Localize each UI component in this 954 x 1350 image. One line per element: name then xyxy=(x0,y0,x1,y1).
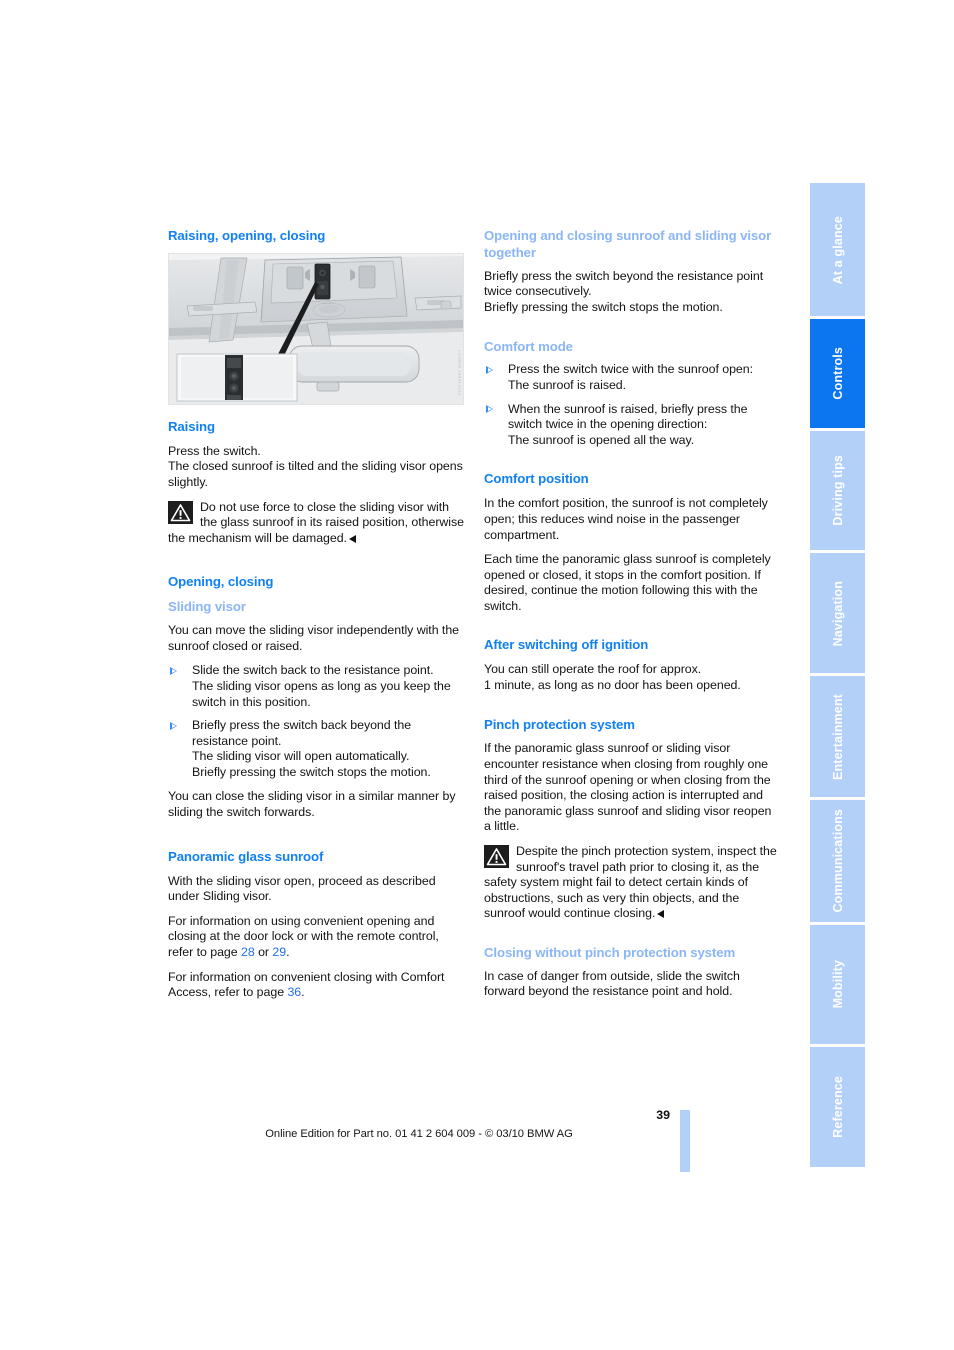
step-text: When the sunroof is raised, briefly pres… xyxy=(508,401,748,447)
page-reference-29[interactable]: 29 xyxy=(272,945,286,959)
triangle-bullet-icon xyxy=(170,666,177,676)
subheading-sliding-visor: Sliding visor xyxy=(168,599,246,615)
tab-label: Navigation xyxy=(831,580,846,646)
page-title: Raising, opening, closing xyxy=(168,228,326,243)
panoramic-para-2: For information on using convenient open… xyxy=(168,914,464,961)
warning-note-raising: Do not use force to close the sliding vi… xyxy=(168,500,464,547)
tab-entertainment[interactable]: Entertainment xyxy=(810,673,865,798)
step-text: Press the switch twice with the sunroof … xyxy=(508,362,753,393)
tab-label: Entertainment xyxy=(831,693,846,780)
footer-accent-bar xyxy=(680,1110,690,1172)
tab-reference[interactable]: Reference xyxy=(810,1044,865,1167)
footer-edition-text: Online Edition for Part no. 01 41 2 604 … xyxy=(265,1128,573,1140)
panoramic-para-3-text: For information on convenient closing wi… xyxy=(168,969,445,1000)
heading-after-switching-off-ignition: After switching off ignition xyxy=(484,637,649,653)
pinch-protection-para-1: If the panoramic glass sunroof or slidin… xyxy=(484,741,772,834)
sunroof-switch-illustration xyxy=(169,253,463,404)
triangle-bullet-icon xyxy=(486,405,493,414)
comfort-mode-steps: Press the switch twice with the sunroof … xyxy=(484,362,780,448)
tab-label: Reference xyxy=(831,1076,846,1139)
heading-opening-closing: Opening, closing xyxy=(168,574,274,590)
tab-label: At a glance xyxy=(831,215,846,284)
panoramic-para-2-text: For information on using convenient open… xyxy=(168,913,439,959)
tab-label: Communications xyxy=(831,809,846,913)
page-number: 39 xyxy=(656,1108,670,1122)
step-text: Briefly press the switch back beyond the… xyxy=(192,718,431,779)
manual-page: At a glance Controls Driving tips Naviga… xyxy=(0,0,954,1350)
panoramic-para-1: With the sliding visor open, proceed as … xyxy=(168,873,436,904)
comfort-position-para-1: In the comfort position, the sunroof is … xyxy=(484,496,768,542)
right-column: Opening and closing sunroof and sliding … xyxy=(484,228,780,1009)
together-line-2: Briefly pressing the switch stops the mo… xyxy=(484,299,723,314)
sliding-visor-steps: Slide the switch back to the resistance … xyxy=(168,663,464,780)
warning-note-pinch-protection: Despite the pinch protection system, ins… xyxy=(484,844,780,922)
panoramic-para-2-mid: or xyxy=(254,944,273,959)
warning-triangle-icon xyxy=(168,500,193,524)
heading-pinch-protection-system: Pinch protection system xyxy=(484,716,635,732)
note-end-marker xyxy=(348,534,356,543)
tab-controls[interactable]: Controls xyxy=(810,316,865,428)
heading-comfort-position: Comfort position xyxy=(484,471,589,487)
after-ignition-line-2: 1 minute, as long as no door has been op… xyxy=(484,677,741,692)
heading-raising: Raising xyxy=(168,418,215,434)
raising-line-2: The closed sunroof is tilted and the sli… xyxy=(168,459,463,489)
warning-text: Despite the pinch protection system, ins… xyxy=(484,844,777,921)
list-item: When the sunroof is raised, briefly pres… xyxy=(484,402,780,449)
tab-driving-tips[interactable]: Driving tips xyxy=(810,427,865,551)
heading-panoramic-glass-sunroof: Panoramic glass sunroof xyxy=(168,848,324,864)
tab-label: Mobility xyxy=(831,960,846,1009)
warning-text: Do not use force to close the sliding vi… xyxy=(168,499,464,545)
tab-label: Controls xyxy=(831,347,846,400)
section-tab-rail: At a glance Controls Driving tips Naviga… xyxy=(810,183,865,1167)
list-item: Slide the switch back to the resistance … xyxy=(168,663,464,710)
after-ignition-line-1: You can still operate the roof for appro… xyxy=(484,662,702,677)
tab-navigation[interactable]: Navigation xyxy=(810,550,865,674)
page-reference-36[interactable]: 36 xyxy=(287,985,301,999)
list-item: Briefly press the switch back beyond the… xyxy=(168,718,464,780)
triangle-bullet-icon xyxy=(486,365,493,375)
tab-label: Driving tips xyxy=(831,455,846,526)
subheading-comfort-mode: Comfort mode xyxy=(484,338,573,354)
figure-overhead-console: LOWER 190914191 xyxy=(168,252,464,405)
note-end-marker xyxy=(657,910,665,919)
left-column: Raising, opening, closing LOWER 19091419… xyxy=(168,228,464,1010)
list-item: Press the switch twice with the sunroof … xyxy=(484,362,780,393)
panoramic-para-3-end: . xyxy=(301,985,305,1000)
tab-mobility[interactable]: Mobility xyxy=(810,921,865,1045)
panoramic-para-2-end: . xyxy=(286,944,290,959)
subheading-open-close-together: Opening and closing sunroof and sliding … xyxy=(484,228,772,260)
tab-communications[interactable]: Communications xyxy=(810,797,865,922)
together-line-1: Briefly press the switch beyond the resi… xyxy=(484,268,764,299)
step-text: Slide the switch back to the resistance … xyxy=(192,663,451,709)
subheading-closing-without-pinch-protection: Closing without pinch protection system xyxy=(484,944,736,960)
warning-triangle-icon xyxy=(484,845,509,868)
panoramic-para-3: For information on convenient closing wi… xyxy=(168,970,464,1001)
comfort-position-para-2: Each time the panoramic glass sunroof is… xyxy=(484,552,771,613)
tab-at-a-glance[interactable]: At a glance xyxy=(810,183,865,317)
sliding-visor-intro: You can move the sliding visor independe… xyxy=(168,623,460,653)
triangle-bullet-icon xyxy=(170,721,177,731)
figure-caption: LOWER 190914191 xyxy=(457,350,462,396)
closing-without-para-1: In case of danger from outside, slide th… xyxy=(484,968,740,999)
raising-line-1: Press the switch. xyxy=(168,443,261,458)
page-reference-28[interactable]: 28 xyxy=(241,945,255,959)
sliding-visor-closing-note: You can close the sliding visor in a sim… xyxy=(168,789,456,820)
